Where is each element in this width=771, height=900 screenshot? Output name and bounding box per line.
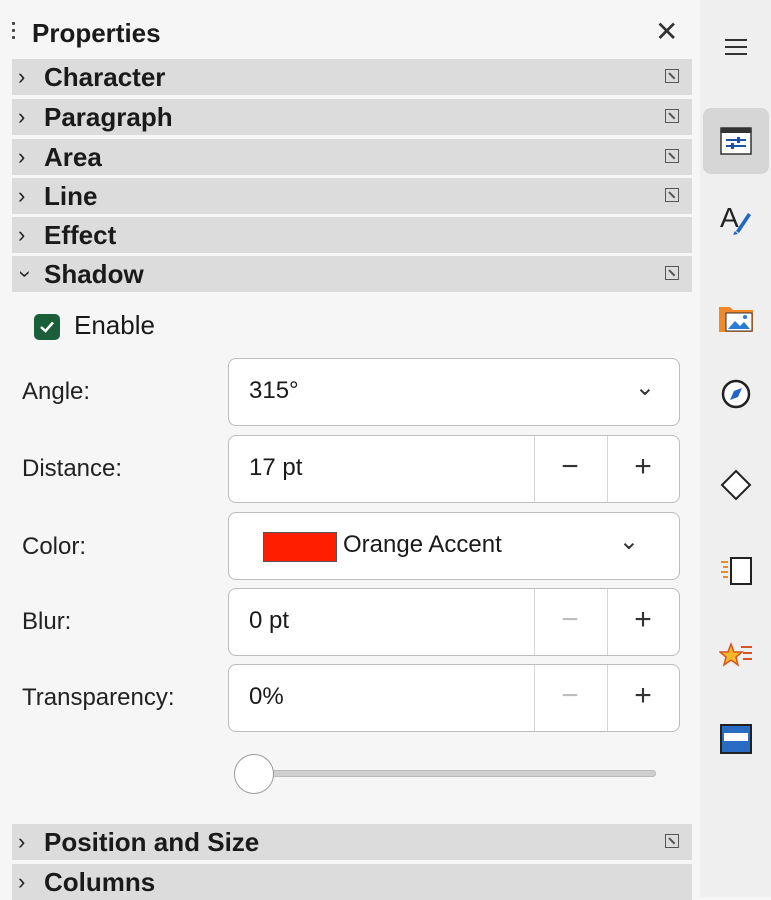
- color-dropdown[interactable]: Orange Accent ⌄: [228, 512, 680, 580]
- section-label: Character: [44, 62, 166, 92]
- transparency-spinbox[interactable]: 0% − +: [228, 664, 680, 732]
- section-label: Paragraph: [44, 102, 173, 132]
- enable-shadow-checkbox[interactable]: [34, 314, 60, 340]
- transparency-slider-track[interactable]: [256, 770, 656, 777]
- blur-label: Blur:: [22, 608, 72, 635]
- angle-label: Angle:: [22, 378, 91, 405]
- section-line[interactable]: › Line: [12, 178, 692, 214]
- section-paragraph[interactable]: › Paragraph: [12, 99, 692, 135]
- animation-icon[interactable]: [703, 624, 769, 690]
- more-options-icon[interactable]: [665, 834, 679, 848]
- panel-title: Properties: [32, 18, 161, 48]
- section-label: Line: [44, 181, 98, 211]
- sidebar-deck: A: [700, 0, 771, 897]
- increment-button[interactable]: +: [608, 603, 678, 637]
- more-options-icon[interactable]: [665, 109, 679, 123]
- section-label: Area: [44, 142, 102, 172]
- color-swatch: [263, 532, 337, 562]
- angle-value: 315°: [249, 377, 299, 404]
- section-label: Effect: [44, 220, 117, 250]
- increment-button[interactable]: +: [608, 450, 678, 484]
- more-options-icon[interactable]: [665, 149, 679, 163]
- chevron-right-icon: ›: [18, 144, 26, 169]
- blur-spinbox[interactable]: 0 pt − +: [228, 588, 680, 656]
- styles-icon[interactable]: A: [703, 186, 769, 252]
- navigator-icon[interactable]: [703, 361, 769, 427]
- section-label: Position and Size: [44, 827, 260, 857]
- chevron-right-icon: ›: [18, 829, 26, 854]
- chevron-right-icon: ›: [18, 869, 26, 894]
- transparency-slider-thumb[interactable]: [234, 754, 274, 794]
- color-label: Color:: [22, 533, 87, 560]
- distance-spinbox[interactable]: 17 pt − +: [228, 435, 680, 503]
- decrement-button[interactable]: −: [535, 679, 605, 713]
- blur-value: 0 pt: [249, 607, 290, 634]
- properties-panel: Properties ✕ › Character › Paragraph › A…: [0, 0, 700, 900]
- more-options-icon[interactable]: [665, 188, 679, 202]
- gallery-icon[interactable]: [703, 284, 769, 350]
- close-icon[interactable]: ✕: [655, 16, 678, 48]
- enable-label: Enable: [74, 310, 155, 340]
- hamburger-menu-icon[interactable]: [703, 14, 769, 80]
- more-options-icon[interactable]: [665, 69, 679, 83]
- drag-grip-icon[interactable]: [12, 22, 16, 46]
- slide-transition-icon[interactable]: [703, 706, 769, 772]
- color-name: Orange Accent: [343, 531, 502, 558]
- increment-button[interactable]: +: [608, 679, 678, 713]
- chevron-right-icon: ›: [18, 104, 26, 129]
- svg-text:A: A: [720, 202, 739, 233]
- chevron-right-icon: ›: [18, 183, 26, 208]
- section-label: Shadow: [44, 259, 144, 289]
- chevron-right-icon: ›: [18, 222, 26, 247]
- distance-label: Distance:: [22, 455, 123, 482]
- chevron-down-icon: ⌄: [618, 528, 639, 555]
- section-shadow[interactable]: › Shadow: [12, 256, 692, 292]
- more-options-icon[interactable]: [665, 266, 679, 280]
- decrement-button[interactable]: −: [535, 450, 605, 484]
- decrement-button[interactable]: −: [535, 603, 605, 637]
- section-label: Columns: [44, 867, 156, 897]
- section-effect[interactable]: › Effect: [12, 217, 692, 253]
- transparency-value: 0%: [249, 683, 284, 710]
- transparency-label: Transparency:: [22, 684, 175, 711]
- page-icon[interactable]: [703, 538, 769, 604]
- chevron-right-icon: ›: [18, 64, 26, 89]
- section-character[interactable]: › Character: [12, 59, 692, 95]
- section-position-and-size[interactable]: › Position and Size: [12, 824, 692, 860]
- panel-title-bar: Properties ✕: [0, 12, 700, 56]
- properties-icon[interactable]: [703, 108, 769, 174]
- chevron-down-icon: ⌄: [634, 374, 655, 401]
- section-columns[interactable]: › Columns: [12, 864, 692, 900]
- checkmark-icon: [40, 321, 54, 333]
- distance-value: 17 pt: [249, 454, 303, 481]
- shapes-icon[interactable]: [703, 452, 769, 518]
- section-area[interactable]: › Area: [12, 139, 692, 175]
- angle-dropdown[interactable]: 315° ⌄: [228, 358, 680, 426]
- chevron-down-icon: ›: [13, 270, 39, 278]
